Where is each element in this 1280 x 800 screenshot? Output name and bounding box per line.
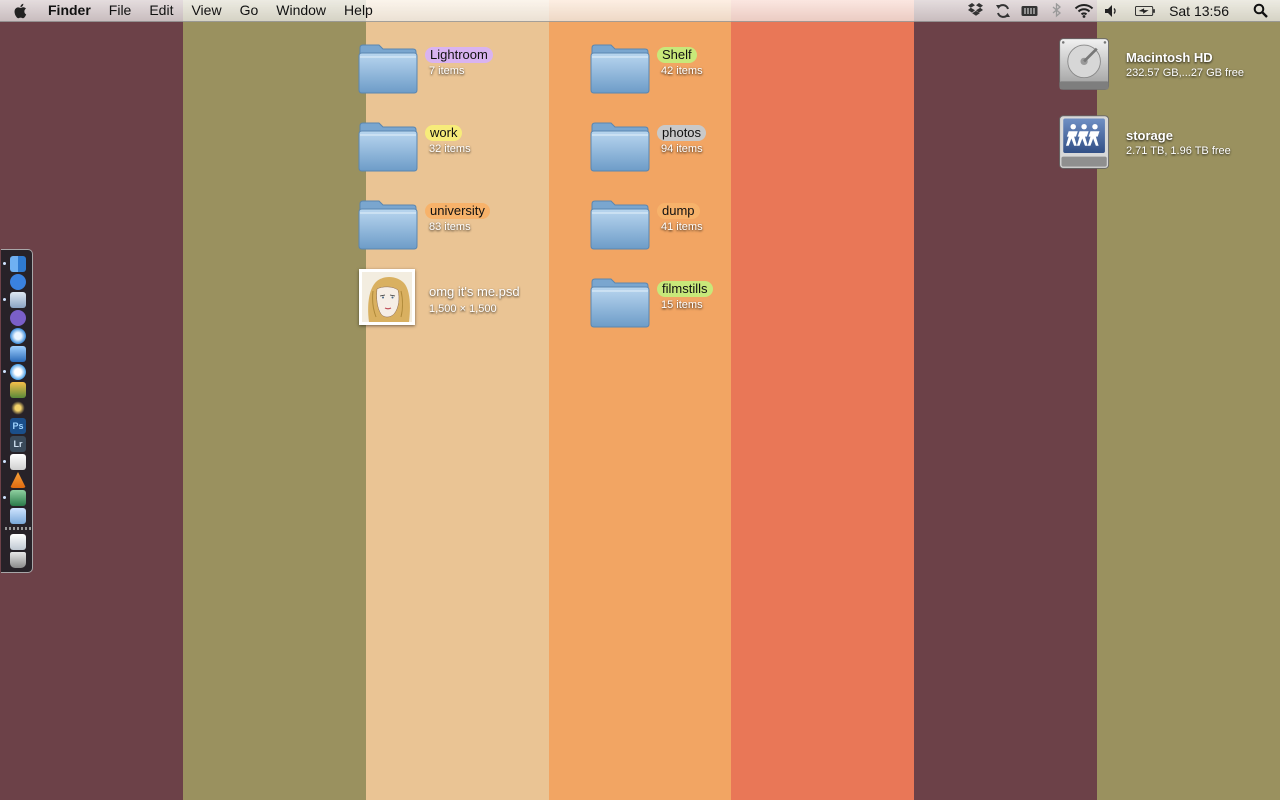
- vlc-icon[interactable]: [10, 472, 26, 488]
- textedit-icon[interactable]: [10, 454, 26, 470]
- volume-icon[interactable]: [1101, 3, 1121, 19]
- documents-stack-icon[interactable]: [10, 508, 26, 524]
- sync-icon[interactable]: [993, 3, 1013, 19]
- utility-icon[interactable]: [10, 490, 26, 506]
- starburst-icon[interactable]: [10, 400, 26, 416]
- running-indicator: [3, 370, 6, 373]
- folder-item-count: 15 items: [661, 299, 703, 311]
- menu-view[interactable]: View: [191, 0, 221, 21]
- apple-menu-icon[interactable]: [12, 2, 30, 20]
- drive-macintosh-hd[interactable]: Macintosh HD 232.57 GB,...27 GB free: [1056, 34, 1256, 94]
- drive-capacity: 232.57 GB,...27 GB free: [1126, 67, 1245, 79]
- network-share-icon: [1059, 115, 1110, 169]
- menu-edit[interactable]: Edit: [149, 0, 173, 21]
- folder-icon: [590, 278, 650, 328]
- trash-icon[interactable]: [10, 552, 26, 568]
- folder-item-count: 41 items: [661, 221, 703, 233]
- folder-item-count: 94 items: [661, 143, 703, 155]
- running-indicator: [3, 496, 6, 499]
- dock-separator: [5, 527, 31, 530]
- drive-name: storage: [1126, 128, 1173, 143]
- drive-capacity: 2.71 TB, 1.96 TB free: [1126, 145, 1231, 157]
- file-name: omg it's me.psd: [429, 284, 520, 299]
- folder-label: photos: [657, 125, 707, 141]
- menu-go[interactable]: Go: [240, 0, 259, 21]
- drive-storage[interactable]: storage 2.71 TB, 1.96 TB free: [1056, 112, 1256, 172]
- folder-work[interactable]: work 32 items: [357, 118, 557, 178]
- running-indicator: [3, 298, 6, 301]
- folder-icon: [590, 44, 650, 94]
- wifi-icon[interactable]: [1074, 3, 1094, 19]
- folder-label: Lightroom: [425, 47, 493, 63]
- battery-meter-icon[interactable]: [1020, 3, 1040, 19]
- battery-charging-icon[interactable]: [1135, 3, 1155, 19]
- safari-icon[interactable]: [10, 328, 26, 344]
- hard-drive-icon: [1059, 38, 1110, 90]
- folder-label: Shelf: [657, 47, 697, 63]
- file-dimensions: 1,500 × 1,500: [429, 303, 497, 315]
- drive-name: Macintosh HD: [1126, 50, 1213, 65]
- folder-university[interactable]: university 83 items: [357, 196, 557, 256]
- downloads-stack-icon[interactable]: [10, 534, 26, 550]
- itunes-icon[interactable]: [10, 364, 26, 380]
- running-indicator: [3, 262, 6, 265]
- finder-icon[interactable]: [10, 256, 26, 272]
- spotlight-search-icon[interactable]: [1250, 3, 1270, 19]
- menu-bar: Finder File Edit View Go Window Help Sat…: [0, 0, 1280, 22]
- folder-dump[interactable]: dump 41 items: [589, 196, 789, 256]
- photoshop-icon[interactable]: Ps: [10, 418, 26, 434]
- folder-filmstills[interactable]: filmstills 15 items: [589, 274, 789, 334]
- lightroom-icon[interactable]: Lr: [10, 436, 26, 452]
- dropbox-icon[interactable]: [966, 3, 986, 19]
- menu-clock[interactable]: Sat 13:56: [1169, 3, 1229, 19]
- wallpaper-stripe: [182, 0, 366, 800]
- running-indicator: [3, 460, 6, 463]
- folder-item-count: 83 items: [429, 221, 471, 233]
- messenger-icon[interactable]: [10, 310, 26, 326]
- ichat-icon[interactable]: [10, 274, 26, 290]
- menu-file[interactable]: File: [109, 0, 132, 21]
- dock: Ps Lr: [1, 249, 33, 573]
- iphoto-icon[interactable]: [10, 382, 26, 398]
- folder-icon: [358, 200, 418, 250]
- folder-icon: [590, 122, 650, 172]
- folder-icon: [358, 44, 418, 94]
- folder-label: filmstills: [657, 281, 713, 297]
- folder-icon: [358, 122, 418, 172]
- folder-item-count: 42 items: [661, 65, 703, 77]
- file-psd[interactable]: omg it's me.psd 1,500 × 1,500: [357, 269, 557, 329]
- folder-label: university: [425, 203, 490, 219]
- bluetooth-icon[interactable]: [1047, 3, 1067, 19]
- psd-thumbnail-icon: [359, 269, 415, 325]
- menu-window[interactable]: Window: [276, 0, 326, 21]
- folder-item-count: 32 items: [429, 143, 471, 155]
- folder-photos[interactable]: photos 94 items: [589, 118, 789, 178]
- folder-item-count: 7 items: [429, 65, 465, 77]
- menu-help[interactable]: Help: [344, 0, 373, 21]
- folder-label: work: [425, 125, 463, 141]
- preview-icon[interactable]: [10, 346, 26, 362]
- menu-finder[interactable]: Finder: [48, 0, 91, 21]
- mail-icon[interactable]: [10, 292, 26, 308]
- folder-shelf[interactable]: Shelf 42 items: [589, 40, 789, 100]
- folder-label: dump: [657, 203, 700, 219]
- folder-icon: [590, 200, 650, 250]
- folder-lightroom[interactable]: Lightroom 7 items: [357, 40, 557, 100]
